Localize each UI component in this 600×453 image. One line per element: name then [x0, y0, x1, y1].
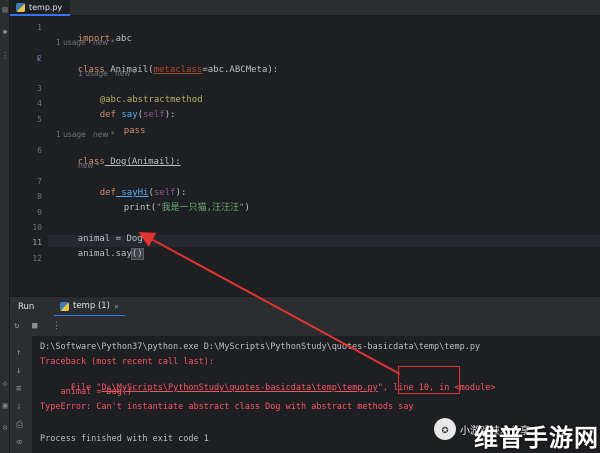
- watermark-big-text: 维普手游网: [474, 424, 599, 452]
- arrow-line: [138, 232, 401, 375]
- annotation-arrow: [138, 232, 401, 375]
- wechat-logo-icon: ✪: [434, 418, 456, 440]
